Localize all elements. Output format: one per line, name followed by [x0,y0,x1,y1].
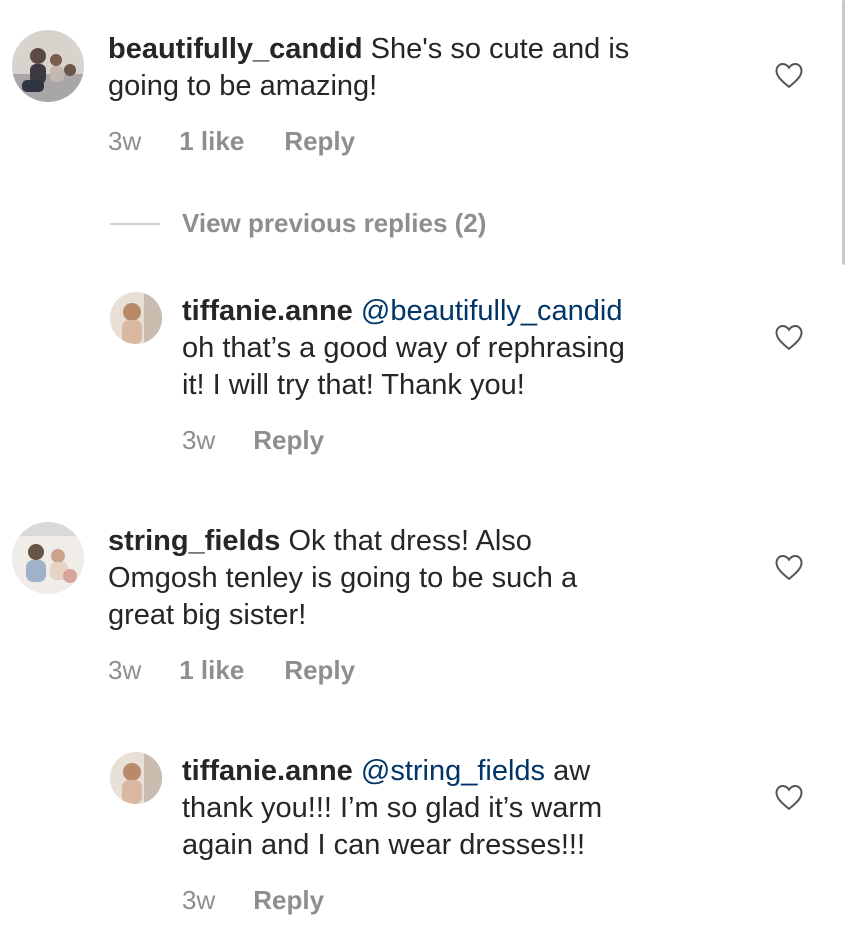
view-previous-replies-label: View previous replies (2) [182,208,487,238]
mention-link[interactable]: @string_fields [361,755,545,787]
reply-button[interactable]: Reply [253,425,324,455]
comment-timestamp: 3w [182,425,216,455]
comment-body-line: thank you!!! I’m so glad it’s warm [182,792,603,824]
comment-body-line: it! I will try that! Thank you! [182,369,525,401]
comment-body-line: Ok that dress! Also [288,525,532,557]
comment-meta: 3w 1 like Reply [108,655,355,685]
comment-body-line: again and I can wear dresses!!! [182,829,586,861]
avatar[interactable] [110,752,162,804]
comment-body-line: great big sister! [108,599,307,631]
reply-button[interactable]: Reply [284,655,355,685]
comment-username[interactable]: tiffanie.anne [182,295,353,327]
comment-body-line: aw [553,755,591,787]
comment-body-line: oh that’s a good way of rephrasing [182,332,625,364]
divider-line [110,222,160,225]
reply-button[interactable]: Reply [284,126,355,156]
comment-username[interactable]: string_fields [108,525,280,557]
comment-text: beautifully_candid She's so cute and is … [108,31,748,105]
view-previous-replies-button[interactable]: View previous replies (2) [110,208,486,239]
comment-body-line: She's so cute and is [370,33,630,65]
comment-timestamp: 3w [108,655,142,685]
reply-button[interactable]: Reply [253,885,324,915]
heart-outline-icon[interactable] [774,783,804,811]
avatar[interactable] [110,292,162,344]
comment-text: string_fields Ok that dress! Also Omgosh… [108,523,748,634]
comment-beautifully-candid: beautifully_candid She's so cute and is … [0,0,840,200]
comment-timestamp: 3w [108,126,142,156]
comment-username[interactable]: beautifully_candid [108,33,363,65]
comment-text: tiffanie.anne @beautifully_candid oh tha… [182,293,752,404]
reply-tiffanie-anne-2: tiffanie.anne @string_fields aw thank yo… [0,730,840,930]
comment-likes[interactable]: 1 like [179,655,244,685]
heart-outline-icon[interactable] [774,61,804,89]
comment-timestamp: 3w [182,885,216,915]
avatar[interactable] [12,30,84,102]
heart-outline-icon[interactable] [774,323,804,351]
comment-meta: 3w 1 like Reply [108,126,355,156]
scrollbar[interactable] [842,0,845,265]
comment-body-line: going to be amazing! [108,70,378,102]
comment-meta: 3w Reply [182,885,324,915]
avatar[interactable] [12,522,84,594]
mention-link[interactable]: @beautifully_candid [361,295,623,327]
comment-string-fields: string_fields Ok that dress! Also Omgosh… [0,500,840,720]
comment-meta: 3w Reply [182,425,324,455]
comment-likes[interactable]: 1 like [179,126,244,156]
comment-username[interactable]: tiffanie.anne [182,755,353,787]
reply-tiffanie-anne-1: tiffanie.anne @beautifully_candid oh tha… [0,270,840,470]
heart-outline-icon[interactable] [774,553,804,581]
comment-body-line: Omgosh tenley is going to be such a [108,562,578,594]
comment-text: tiffanie.anne @string_fields aw thank yo… [182,753,752,864]
